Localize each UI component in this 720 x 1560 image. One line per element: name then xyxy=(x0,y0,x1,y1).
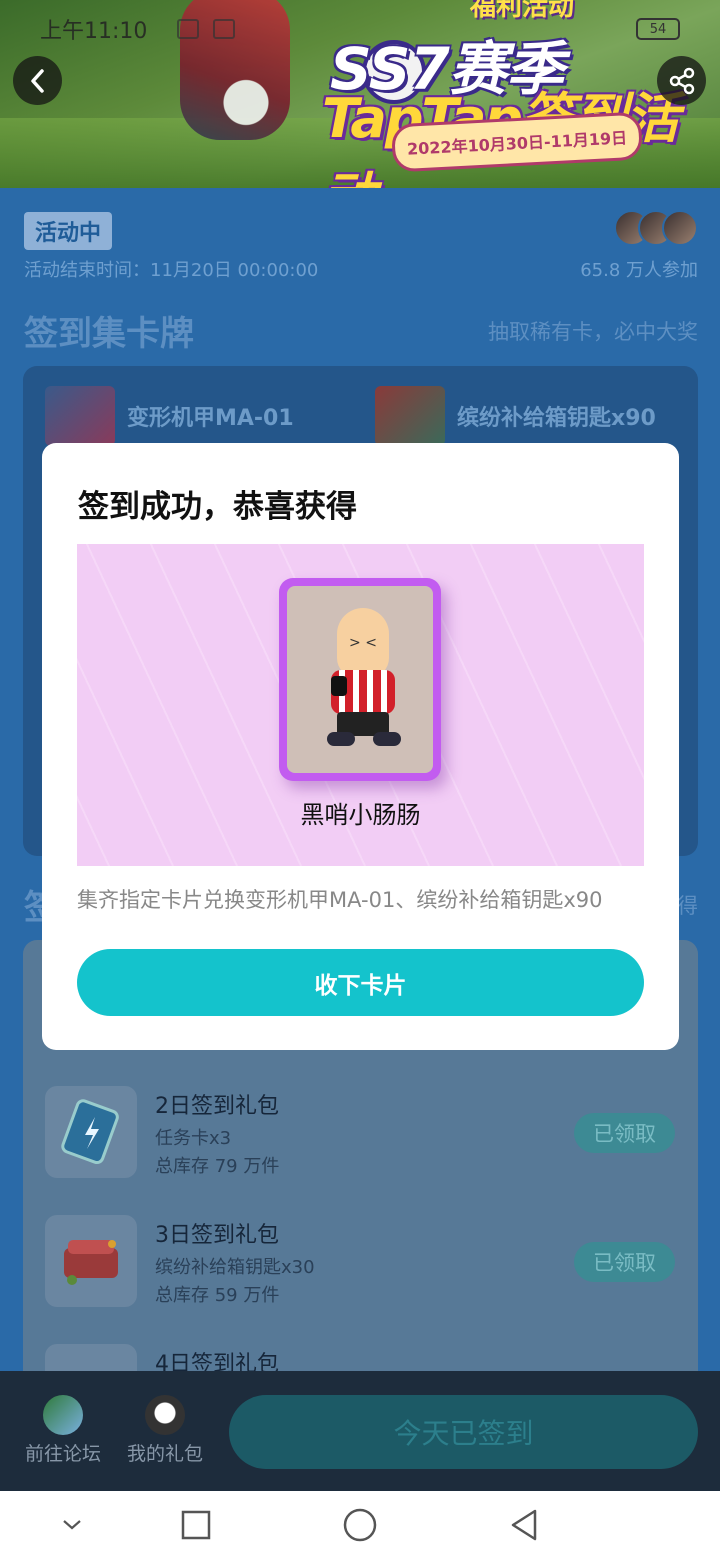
reward-thumbnail xyxy=(45,386,115,446)
claimed-button[interactable]: 已领取 xyxy=(574,1242,675,1282)
notification-icon xyxy=(213,19,236,39)
gift-name: 2日签到礼包 xyxy=(155,1094,279,1119)
reward-label: 缤纷补给箱钥匙x90 xyxy=(457,406,656,431)
gift-item: 缤纷补给箱钥匙x30 xyxy=(155,1257,315,1278)
reward-item[interactable]: 变形机甲MA-01 xyxy=(45,386,294,446)
gift-section-hint: 得 xyxy=(677,894,698,918)
list-item: 2日签到礼包 任务卡x3 总库存 79 万件 已领取 xyxy=(45,1086,675,1178)
card-display: > < 黑哨小肠肠 xyxy=(77,544,644,866)
battery-icon: 54 xyxy=(636,18,680,40)
status-bar: 上午11:10 54 xyxy=(0,0,720,58)
back-button[interactable] xyxy=(13,56,62,105)
my-gifts-label: 我的礼包 xyxy=(126,1443,203,1465)
gift-thumbnail xyxy=(45,1215,137,1307)
card-section-title: 签到集卡牌 xyxy=(24,314,194,354)
square-icon xyxy=(181,1510,211,1540)
dialog-title: 签到成功，恭喜获得 xyxy=(78,489,357,525)
forum-icon xyxy=(43,1395,83,1435)
collect-card-button[interactable]: 收下卡片 xyxy=(77,949,644,1016)
bottom-action-bar: 前往论坛 我的礼包 今天已签到 xyxy=(0,1371,720,1491)
end-time-text: 活动结束时间：11月20日 00:00:00 xyxy=(24,260,319,281)
supply-box-icon xyxy=(64,1240,118,1285)
figure-head: > < xyxy=(337,608,389,678)
card-artwork: > < xyxy=(287,586,433,773)
whistle-icon xyxy=(331,676,347,696)
chevron-left-icon xyxy=(30,68,44,93)
system-nav-bar xyxy=(0,1491,720,1560)
reward-item[interactable]: 缤纷补给箱钥匙x90 xyxy=(375,386,656,446)
card-section-hint[interactable]: 抽取稀有卡，必中大奖 xyxy=(488,316,698,346)
home-button[interactable] xyxy=(340,1505,380,1545)
circle-icon xyxy=(343,1508,377,1542)
avatar xyxy=(662,210,698,246)
hide-keyboard-button[interactable] xyxy=(52,1505,92,1545)
gift-thumbnail xyxy=(45,1086,137,1178)
claimed-button[interactable]: 已领取 xyxy=(574,1113,675,1153)
gift-item: 任务卡x3 xyxy=(155,1128,232,1149)
gift-stock: 总库存 59 万件 xyxy=(155,1285,280,1306)
reward-card: > < xyxy=(279,578,441,781)
system-back-button[interactable] xyxy=(504,1505,544,1545)
gift-stock: 总库存 79 万件 xyxy=(155,1156,280,1177)
card-name: 黑哨小肠肠 xyxy=(300,801,421,829)
triangle-back-icon xyxy=(511,1509,537,1541)
share-icon xyxy=(669,67,694,94)
status-time: 上午11:10 xyxy=(40,19,148,44)
forum-link[interactable]: 前往论坛 xyxy=(21,1395,105,1466)
my-gifts-link[interactable]: 我的礼包 xyxy=(123,1395,207,1466)
share-button[interactable] xyxy=(657,56,706,105)
chevron-down-icon xyxy=(63,1520,81,1530)
task-card-icon xyxy=(61,1099,119,1165)
gift-name: 3日签到礼包 xyxy=(155,1223,279,1248)
status-badge: 活动中 xyxy=(24,212,113,250)
recents-button[interactable] xyxy=(176,1505,216,1545)
folder-icon xyxy=(177,19,200,39)
forum-label: 前往论坛 xyxy=(24,1443,101,1465)
figure-shoe xyxy=(327,732,355,746)
participant-avatars xyxy=(614,210,698,246)
dialog-description: 集齐指定卡片兑换变形机甲MA-01、缤纷补给箱钥匙x90 xyxy=(77,888,603,912)
list-item: 3日签到礼包 缤纷补给箱钥匙x30 总库存 59 万件 已领取 xyxy=(45,1215,675,1307)
participants-count: 65.8 万人参加 xyxy=(580,260,698,281)
reward-dialog: 签到成功，恭喜获得 > < 黑哨小肠肠 集齐指定卡片兑换变形机甲MA-01、缤纷… xyxy=(42,443,679,1050)
reward-label: 变形机甲MA-01 xyxy=(127,406,294,431)
reward-thumbnail xyxy=(375,386,445,446)
gift-icon xyxy=(145,1395,185,1435)
checkin-button[interactable]: 今天已签到 xyxy=(229,1395,698,1469)
figure-shoe xyxy=(373,732,401,746)
